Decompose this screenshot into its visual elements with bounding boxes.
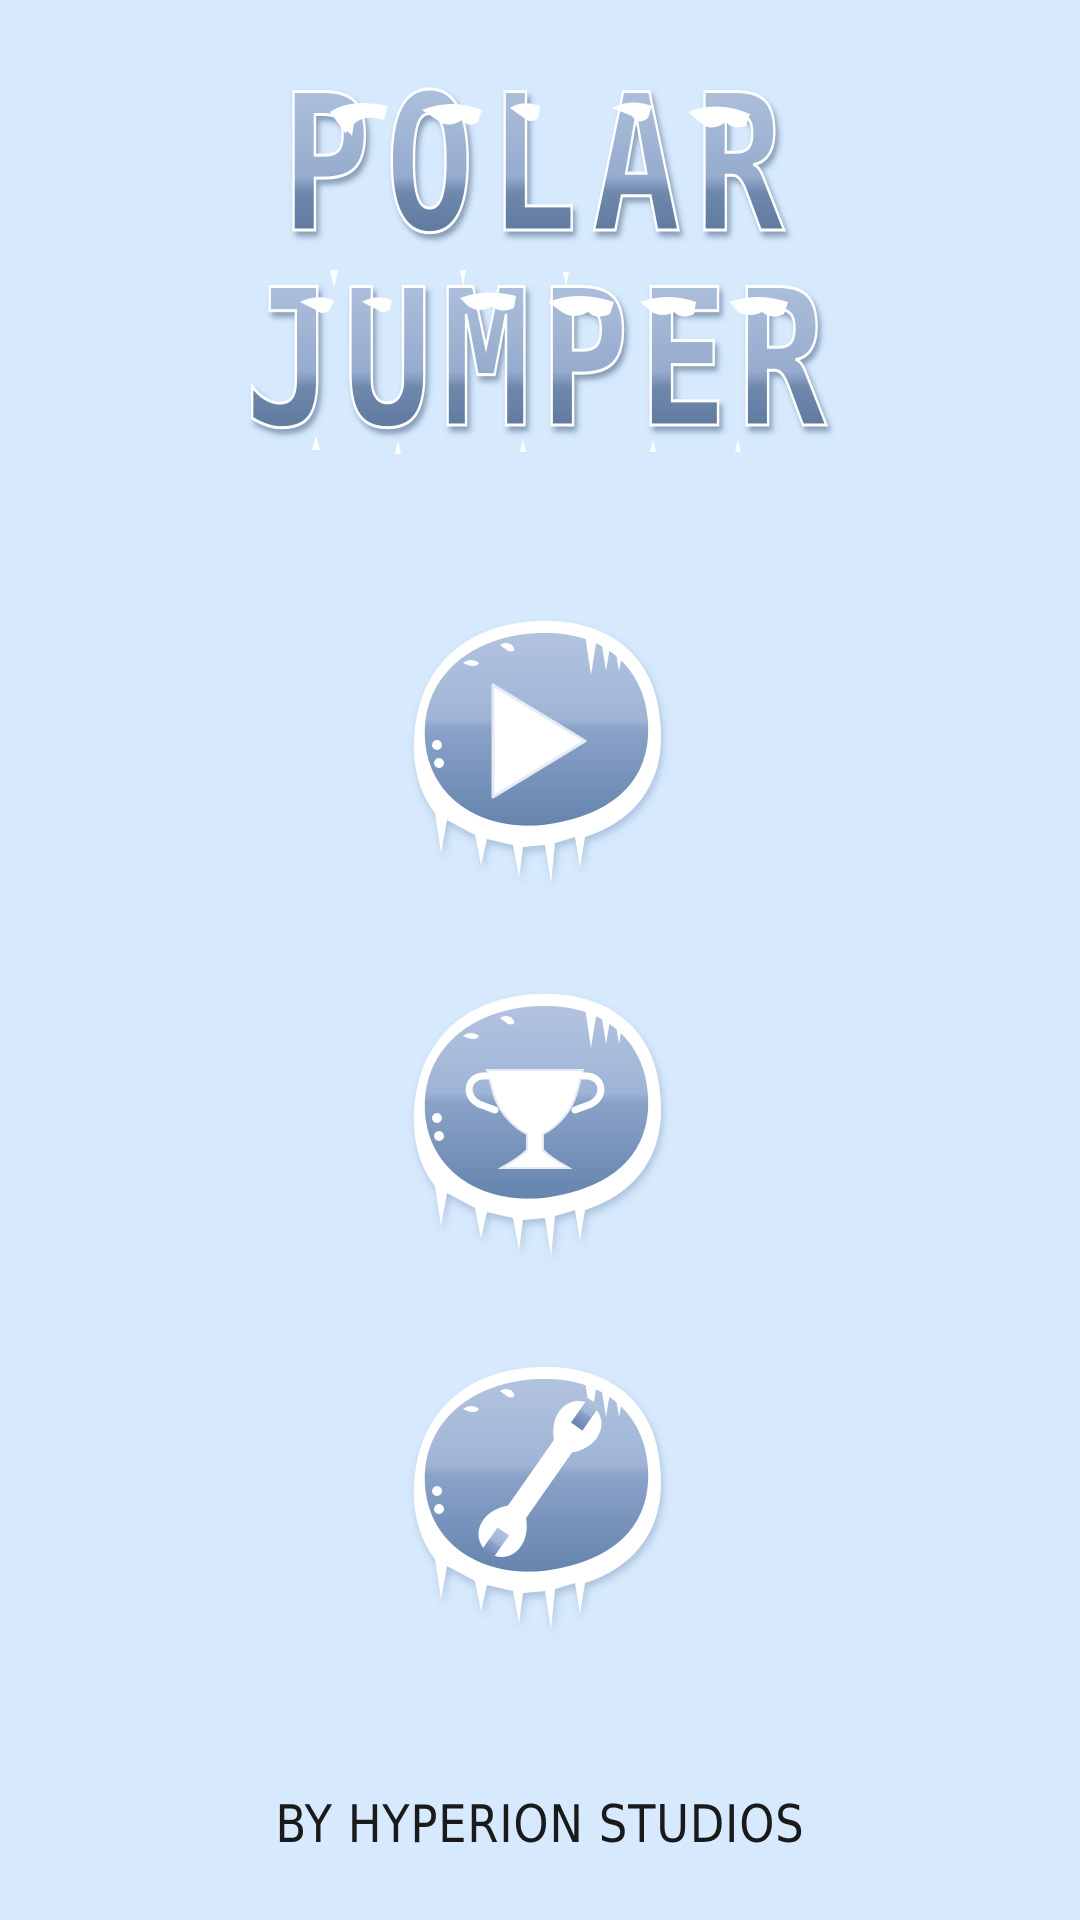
title-line-1: POLAR bbox=[282, 55, 798, 276]
leaderboard-button[interactable] bbox=[405, 988, 675, 1268]
game-title: POLAR JUMPER bbox=[0, 40, 1080, 460]
studio-credit: BY HYPERION STUDIOS bbox=[275, 1795, 805, 1855]
play-button[interactable] bbox=[405, 615, 675, 895]
settings-button[interactable] bbox=[405, 1361, 675, 1641]
